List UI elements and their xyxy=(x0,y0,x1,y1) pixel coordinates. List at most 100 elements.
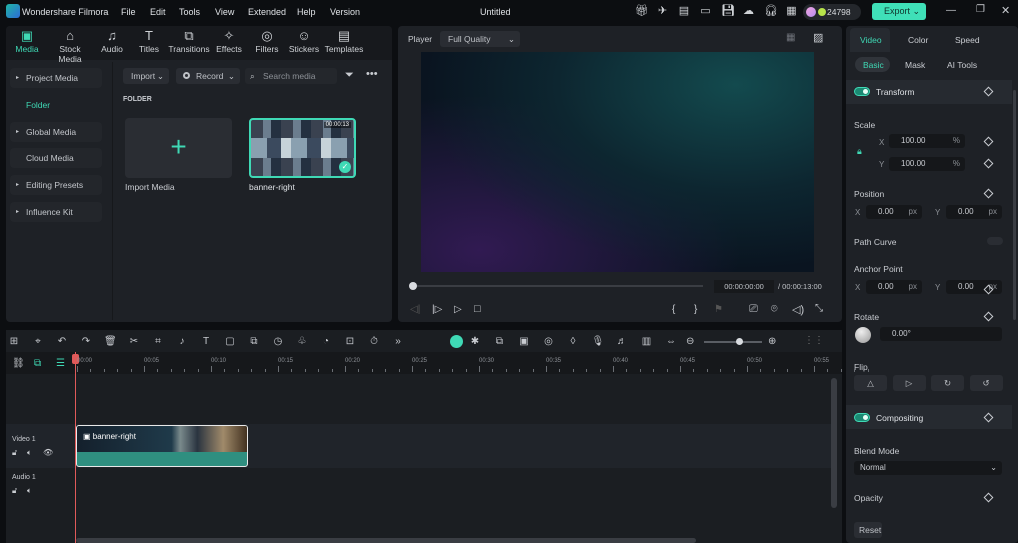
quality-select[interactable]: Full Quality ⌄ xyxy=(440,31,520,47)
sidebar-item-cloud-media[interactable]: Cloud Media xyxy=(10,148,102,169)
cut-icon[interactable]: ✂︎ xyxy=(128,336,140,348)
timer-icon[interactable]: ⏱︎ xyxy=(368,336,380,348)
flip-vertical-icon[interactable]: △ xyxy=(854,375,887,391)
minimize-icon[interactable]: — xyxy=(946,5,956,16)
next-frame-icon[interactable]: |▷ xyxy=(432,304,442,315)
undo-icon[interactable]: ↶ xyxy=(56,336,68,348)
zoom-slider-handle[interactable] xyxy=(735,338,743,345)
scale-y-input[interactable]: 100.00% xyxy=(889,157,965,171)
previous-frame-icon[interactable]: ◁| xyxy=(410,304,420,315)
shield-icon[interactable]: ◊ xyxy=(567,336,579,348)
tab-titles[interactable]: T Titles xyxy=(127,28,171,54)
track-lock-icon[interactable]: 🔓︎ xyxy=(12,486,17,496)
close-icon[interactable]: ✕ xyxy=(1001,4,1010,17)
save-icon[interactable]: 💾︎ xyxy=(721,5,735,17)
zoom-slider[interactable] xyxy=(704,341,762,343)
subtitle-icon[interactable]: ▥ xyxy=(641,336,653,348)
search-input[interactable]: ⌕ Search media xyxy=(245,68,337,84)
tab-stickers[interactable]: ☺ Stickers xyxy=(282,28,326,54)
lock-icon[interactable]: 🔒︎ xyxy=(857,146,862,157)
sidebar-item-folder[interactable]: Folder xyxy=(10,95,102,115)
rotate-dial[interactable] xyxy=(855,327,871,343)
grid-view-icon[interactable]: ▦ xyxy=(786,32,795,43)
mask-icon[interactable]: ⧉ xyxy=(248,336,260,348)
menu-file[interactable]: File xyxy=(121,7,136,17)
path-curve-toggle[interactable] xyxy=(987,237,1003,245)
anchor-y-input[interactable]: 0.00 px xyxy=(946,280,1002,294)
menu-edit[interactable]: Edit xyxy=(150,7,166,17)
blend-mode-select[interactable]: Normal ⌄ xyxy=(854,461,1002,475)
position-x-input[interactable]: 0.00 px xyxy=(866,205,922,219)
keyframe-tool-icon[interactable]: ◔ xyxy=(320,336,332,348)
zoom-out-icon[interactable]: ⊖ xyxy=(686,336,694,347)
replace-icon[interactable]: ▣ xyxy=(518,336,530,348)
menu-version[interactable]: Version xyxy=(330,7,360,17)
headset-icon[interactable]: 🎧︎ xyxy=(764,5,778,17)
tab-transitions[interactable]: ⧉ Transitions xyxy=(166,28,212,54)
more-tools-icon[interactable]: » xyxy=(392,336,404,348)
track-visibility-icon[interactable]: 👁︎ xyxy=(43,448,53,457)
properties-scrollbar[interactable] xyxy=(1013,90,1016,320)
video-preview[interactable] xyxy=(421,52,814,272)
menu-help[interactable]: Help xyxy=(297,7,316,17)
notes-icon[interactable]: ▤ xyxy=(678,5,690,17)
delete-icon[interactable]: 🗑︎ xyxy=(104,336,117,348)
rotate-right-icon[interactable]: ↻ xyxy=(931,375,964,391)
menu-view[interactable]: View xyxy=(215,7,234,17)
speed-icon[interactable]: ◷ xyxy=(272,336,284,348)
sidebar-item-influence-kit[interactable]: ▸ Influence Kit xyxy=(10,202,102,222)
pointer-icon[interactable]: ⌖ xyxy=(32,336,44,348)
subtab-basic[interactable]: Basic xyxy=(863,60,884,70)
link-icon[interactable]: ⛓ xyxy=(12,358,25,369)
audio-icon[interactable]: ♪ xyxy=(176,336,188,348)
rotate-left-icon[interactable]: ↺ xyxy=(969,375,1003,391)
zoom-in-icon[interactable]: ⊕ xyxy=(768,336,776,347)
send-icon[interactable]: ✈︎ xyxy=(657,5,669,17)
current-time[interactable]: 00:00:00:00 xyxy=(714,280,774,293)
crop-icon[interactable]: ⌗ xyxy=(152,336,164,348)
render-icon[interactable]: ◎ xyxy=(543,336,555,348)
shape-icon[interactable]: ▢ xyxy=(224,336,236,348)
sidebar-item-editing-presets[interactable]: ▸ Editing Presets xyxy=(10,175,102,196)
select-icon[interactable]: ⊞ xyxy=(8,336,20,348)
track-manager-icon[interactable]: ☰ xyxy=(56,358,65,369)
auto-reframe-icon[interactable]: ✱ xyxy=(469,336,481,348)
monitor-icon[interactable]: ▭ xyxy=(700,5,712,17)
ai-assistant-icon[interactable] xyxy=(450,335,463,348)
export-button[interactable]: Export ⌄ xyxy=(872,3,926,20)
layout-icon[interactable]: ⋮⋮ xyxy=(804,335,824,346)
clip-icon[interactable]: ⧉ xyxy=(494,336,506,348)
tab-templates[interactable]: ▤ Templates xyxy=(321,28,367,54)
scrubber-handle[interactable] xyxy=(409,282,417,290)
menu-tools[interactable]: Tools xyxy=(179,7,200,17)
track-mute-icon[interactable]: 🔈︎ xyxy=(27,448,32,458)
credits-badge[interactable]: 24798 xyxy=(803,4,861,20)
import-media-tile[interactable]: + xyxy=(125,118,232,178)
gift-icon[interactable]: 🎁︎ xyxy=(635,5,649,17)
redo-icon[interactable]: ↷ xyxy=(80,336,92,348)
playhead[interactable] xyxy=(75,352,76,543)
rotate-input[interactable]: 0.00° xyxy=(880,327,1002,341)
menu-extended[interactable]: Extended xyxy=(248,7,286,17)
playback-scrubber[interactable] xyxy=(413,285,703,287)
mark-in-icon[interactable]: { xyxy=(672,304,675,315)
timeline-horizontal-scrollbar[interactable] xyxy=(76,538,696,543)
tab-stock-media[interactable]: ⌂ Stock Media xyxy=(47,28,93,64)
record-button[interactable]: Record ⌄ xyxy=(176,68,240,84)
scale-x-input[interactable]: 100.00% xyxy=(889,134,965,148)
more-icon[interactable]: ••• xyxy=(366,68,378,80)
display-icon[interactable]: ⎚ xyxy=(749,303,758,316)
sidebar-item-project-media[interactable]: ▸ Project Media xyxy=(10,68,102,88)
transform-toggle[interactable] xyxy=(854,87,870,96)
camera-icon[interactable]: ⌾ xyxy=(771,303,778,316)
music-icon[interactable]: ♬ xyxy=(616,336,628,348)
anchor-x-input[interactable]: 0.00 px xyxy=(866,280,922,294)
apps-icon[interactable]: ▦ xyxy=(786,5,798,17)
volume-icon[interactable]: ◁) xyxy=(792,303,804,316)
fullscreen-icon[interactable]: ⤡ xyxy=(815,303,823,314)
cloud-upload-icon[interactable]: ☁︎ xyxy=(743,5,755,17)
stop-icon[interactable]: □ xyxy=(474,303,481,315)
mic-icon[interactable]: 🎙︎ xyxy=(592,336,605,348)
fit-icon[interactable]: ⇔ xyxy=(665,336,677,348)
flip-horizontal-icon[interactable]: ▷ xyxy=(892,375,926,391)
